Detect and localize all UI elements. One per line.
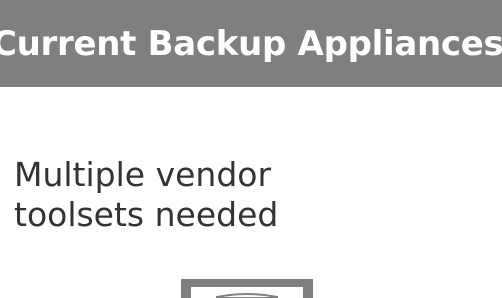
body-text: Multiple vendor toolsets needed — [14, 155, 494, 235]
backup-appliance-icon — [181, 279, 313, 298]
title-bar: Current Backup Appliances — [0, 0, 502, 87]
body-line-1: Multiple vendor — [14, 155, 272, 194]
body-line-2: toolsets needed — [14, 195, 279, 234]
slide-title: Current Backup Appliances — [0, 24, 502, 64]
